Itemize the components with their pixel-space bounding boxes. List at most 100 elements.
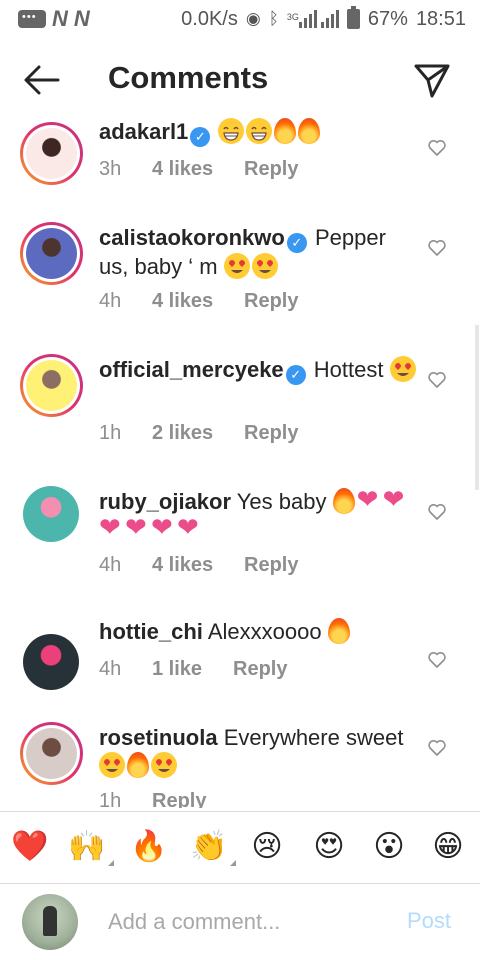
fire-icon	[127, 752, 149, 778]
heart-icon	[99, 513, 123, 542]
verified-badge-icon: ✓	[285, 365, 306, 385]
message-icon	[18, 10, 46, 28]
reply-button[interactable]: Reply	[152, 790, 206, 808]
comment-likes[interactable]: 4 likes	[152, 554, 244, 577]
post-button[interactable]: Post	[407, 908, 451, 934]
comments-list[interactable]: adakarl1 ✓ 3h 4 likes Reply calistaokoronkwo…	[0, 118, 480, 808]
comment-text: official_mercyeke ✓ Hottest	[99, 356, 419, 385]
comment-username[interactable]: calistaokoronkwo	[99, 225, 285, 250]
comment-text: ruby_ojiakor Yes baby	[99, 485, 419, 544]
comment-text: rosetinuola Everywhere sweet	[99, 724, 419, 780]
comment-timestamp: 1h	[99, 422, 122, 444]
heart-icon	[357, 485, 381, 514]
back-arrow-icon[interactable]	[22, 62, 62, 98]
signal-icon-2	[320, 10, 339, 28]
grin-icon	[246, 118, 273, 144]
battery-icon	[346, 6, 360, 29]
heart-eyes-icon[interactable]: 😍	[310, 828, 348, 866]
page-title: Comments	[108, 60, 269, 95]
heart-icon	[125, 513, 149, 542]
heart-eyes-icon	[99, 752, 125, 778]
verified-badge-icon: ✓	[190, 127, 211, 147]
comment-username[interactable]: ruby_ojiakor	[99, 489, 231, 514]
verified-badge-icon: ✓	[286, 233, 307, 253]
comment-likes[interactable]: 2 likes	[152, 422, 244, 445]
comment-body: Alexxxoooo	[207, 619, 322, 644]
comment-timestamp: 4h	[99, 290, 122, 312]
like-heart-icon[interactable]	[427, 138, 447, 158]
battery-percent: 67%	[367, 7, 408, 30]
scrollbar[interactable]	[475, 325, 479, 490]
avatar[interactable]	[20, 122, 83, 185]
status-bar: N N 0.0K/s ◉ ᛒ 3G 67% 18:51	[0, 0, 480, 38]
reply-button[interactable]: Reply	[244, 158, 298, 181]
header: Comments	[0, 52, 480, 108]
quick-reaction-bar: ❤️ 🙌 🔥 👏 😢 😍 😮 😁	[0, 812, 480, 882]
network-speed: 0.0K/s	[181, 7, 238, 30]
avatar[interactable]	[20, 354, 83, 417]
comment-likes[interactable]: 4 likes	[152, 158, 244, 181]
comment-meta: 1h Reply	[99, 790, 206, 808]
hotspot-icon: ◉	[245, 9, 261, 28]
network-type: 3G	[286, 12, 299, 22]
avatar	[22, 894, 78, 950]
fire-icon	[298, 118, 321, 144]
fire-icon	[327, 618, 350, 644]
grin-icon	[218, 118, 245, 144]
surprised-icon[interactable]: 😮	[370, 828, 408, 866]
comment-composer: Post	[0, 884, 480, 960]
comment-body: Everywhere sweet	[223, 725, 404, 750]
comment-text: adakarl1 ✓	[99, 118, 419, 147]
heart-icon	[151, 513, 175, 542]
comment-meta: 4h 4 likes Reply	[99, 290, 298, 313]
heart-eyes-icon	[389, 356, 416, 382]
crying-icon[interactable]: 😢	[248, 828, 286, 866]
reply-button[interactable]: Reply	[244, 554, 298, 577]
avatar[interactable]	[23, 486, 79, 542]
carrier-icon-a: N	[52, 6, 68, 31]
fire-icon	[274, 118, 297, 144]
like-heart-icon[interactable]	[427, 370, 447, 390]
like-heart-icon[interactable]	[427, 650, 447, 670]
heart-icon	[383, 485, 407, 514]
avatar[interactable]	[20, 722, 83, 785]
bluetooth-icon: ᛒ	[268, 9, 279, 28]
comment-username[interactable]: hottie_chi	[99, 619, 203, 644]
fire-icon[interactable]: 🔥	[130, 828, 168, 866]
comment-text: calistaokoronkwo ✓ Pepper us, baby ‘ m	[99, 224, 419, 281]
comment-meta: 3h 4 likes Reply	[99, 158, 298, 181]
reply-button[interactable]: Reply	[244, 290, 298, 313]
carrier-icon-b: N	[73, 6, 90, 31]
comment-input[interactable]	[108, 906, 388, 938]
clapping-hands-icon[interactable]: 👏	[190, 828, 236, 866]
avatar[interactable]	[23, 634, 79, 690]
comment-timestamp: 4h	[99, 554, 122, 576]
comment-timestamp: 3h	[99, 158, 122, 180]
avatar[interactable]	[20, 222, 83, 285]
fire-icon	[332, 488, 355, 514]
comment-likes[interactable]: 4 likes	[152, 290, 244, 313]
comment-username[interactable]: rosetinuola	[99, 725, 218, 750]
comment-body: Hottest	[313, 357, 384, 382]
reply-button[interactable]: Reply	[244, 422, 298, 445]
direct-share-icon[interactable]	[412, 60, 452, 100]
comment-body: Yes baby	[236, 489, 327, 514]
heart-eyes-icon	[151, 752, 177, 778]
like-heart-icon[interactable]	[427, 502, 447, 522]
signal-icon	[298, 10, 317, 28]
like-heart-icon[interactable]	[427, 238, 447, 258]
raising-hands-icon[interactable]: 🙌	[68, 828, 114, 866]
heart-icon	[177, 513, 201, 542]
comment-timestamp: 4h	[99, 658, 122, 680]
comment-likes[interactable]: 1 like	[152, 658, 233, 681]
comment-username[interactable]: official_mercyeke	[99, 357, 284, 382]
reply-button[interactable]: Reply	[233, 658, 287, 681]
like-heart-icon[interactable]	[427, 738, 447, 758]
grin-icon[interactable]: 😁	[429, 828, 467, 866]
heart-icon[interactable]: ❤️	[11, 828, 49, 866]
comment-meta: 1h 2 likes Reply	[99, 422, 298, 445]
heart-eyes-icon	[251, 253, 278, 279]
comment-username[interactable]: adakarl1	[99, 119, 188, 144]
comment-text: hottie_chi Alexxxoooo	[99, 618, 419, 646]
heart-eyes-icon	[223, 253, 250, 279]
